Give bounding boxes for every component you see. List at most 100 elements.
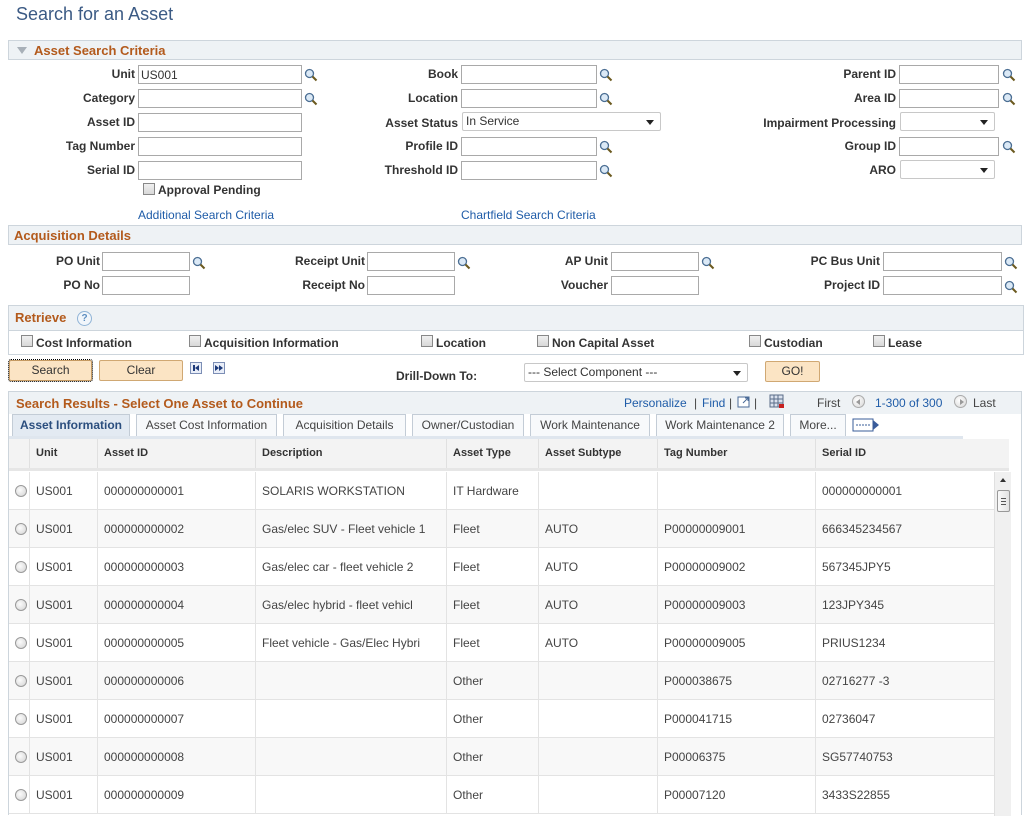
serial-id-input[interactable]	[138, 161, 302, 180]
asset-search-criteria-header[interactable]: Asset Search Criteria	[8, 40, 1022, 60]
find-link[interactable]: Find	[702, 396, 725, 410]
table-row[interactable]: US001 000000000007 Other P000041715 02736047	[9, 700, 994, 738]
lookup-search-icon[interactable]	[1002, 68, 1016, 82]
vertical-scrollbar[interactable]	[994, 472, 1011, 816]
lookup-search-icon[interactable]	[599, 164, 613, 178]
row-select-radio[interactable]	[15, 675, 27, 687]
unit-input[interactable]	[138, 65, 302, 84]
table-row[interactable]: US001 000000000002 Gas/elec SUV - Fleet ve…	[9, 510, 994, 548]
book-input[interactable]	[461, 65, 597, 84]
pc-bus-unit-input[interactable]	[883, 252, 1002, 271]
aro-select[interactable]	[900, 160, 995, 179]
help-icon[interactable]: ?	[77, 311, 92, 326]
new-window-icon[interactable]	[737, 395, 751, 408]
row-select-radio[interactable]	[15, 751, 27, 763]
tab-asset-cost-information[interactable]: Asset Cost Information	[136, 414, 277, 436]
location-input[interactable]	[461, 89, 597, 108]
lease-checkbox[interactable]	[873, 335, 885, 347]
lookup-search-icon[interactable]	[192, 256, 206, 270]
lookup-search-icon[interactable]	[701, 256, 715, 270]
tab-owner-custodian[interactable]: Owner/Custodian	[412, 414, 524, 436]
go-button[interactable]: GO!	[765, 361, 820, 382]
row-select-radio[interactable]	[15, 561, 27, 573]
table-row[interactable]: US001 000000000005 Fleet vehicle - Gas/Ele…	[9, 624, 994, 662]
lookup-search-icon[interactable]	[1002, 92, 1016, 106]
column-header-description[interactable]: Description	[255, 439, 446, 468]
search-button[interactable]: Search	[8, 359, 93, 382]
lookup-search-icon[interactable]	[599, 68, 613, 82]
column-header-tag-number[interactable]: Tag Number	[657, 439, 815, 468]
lookup-search-icon[interactable]	[599, 140, 613, 154]
po-unit-input[interactable]	[102, 252, 190, 271]
last-label[interactable]: Last	[973, 396, 996, 410]
row-select-radio[interactable]	[15, 789, 27, 801]
threshold-id-input[interactable]	[461, 161, 597, 180]
lookup-search-icon[interactable]	[304, 92, 318, 106]
profile-id-input[interactable]	[461, 137, 597, 156]
tab-acquisition-details[interactable]: Acquisition Details	[283, 414, 406, 436]
row-select-radio[interactable]	[15, 713, 27, 725]
collapse-triangle-icon[interactable]	[17, 47, 27, 54]
cost-information-checkbox[interactable]	[21, 335, 33, 347]
acquisition-information-checkbox[interactable]	[189, 335, 201, 347]
column-header-asset-type[interactable]: Asset Type	[446, 439, 538, 468]
table-row[interactable]: US001 000000000003 Gas/elec car - fleet ve…	[9, 548, 994, 586]
category-input[interactable]	[138, 89, 302, 108]
row-select-radio[interactable]	[15, 485, 27, 497]
area-id-input[interactable]	[899, 89, 999, 108]
row-select-radio[interactable]	[15, 637, 27, 649]
lookup-search-icon[interactable]	[1002, 140, 1016, 154]
scroll-up-icon[interactable]	[1000, 478, 1006, 482]
column-header-asset-id[interactable]: Asset ID	[97, 439, 255, 468]
row-select-radio[interactable]	[15, 523, 27, 535]
parent-id-input[interactable]	[899, 65, 999, 84]
tab-work-maintenance-2[interactable]: Work Maintenance 2	[656, 414, 784, 436]
column-header-serial-id[interactable]: Serial ID	[815, 439, 1009, 468]
asset-status-select[interactable]: In Service	[462, 112, 661, 131]
additional-search-criteria-link[interactable]: Additional Search Criteria	[138, 208, 274, 222]
table-row[interactable]: US001 000000000008 Other P00006375 SG5774075…	[9, 738, 994, 776]
receipt-unit-input[interactable]	[367, 252, 455, 271]
table-row[interactable]: US001 000000000009 Other P00007120 3433S2285…	[9, 776, 994, 814]
table-row[interactable]: US001 000000000006 Other P000038675 02716277…	[9, 662, 994, 700]
lookup-search-icon[interactable]	[304, 68, 318, 82]
table-row[interactable]: US001 000000000001 SOLARIS WORKSTATION IT H…	[9, 472, 994, 510]
impairment-processing-select[interactable]	[900, 112, 995, 131]
first-label[interactable]: First	[817, 396, 840, 410]
download-spreadsheet-icon[interactable]	[769, 394, 785, 409]
tab-more[interactable]: More...	[790, 414, 846, 436]
next-page-icon[interactable]	[954, 395, 967, 408]
group-id-input[interactable]	[899, 137, 999, 156]
table-row[interactable]: US001 000000000004 Gas/elec hybrid - fleet…	[9, 586, 994, 624]
row-select-radio[interactable]	[15, 599, 27, 611]
voucher-input[interactable]	[611, 276, 699, 295]
ap-unit-input[interactable]	[611, 252, 699, 271]
custodian-checkbox[interactable]	[749, 335, 761, 347]
receipt-no-input[interactable]	[367, 276, 455, 295]
lookup-search-icon[interactable]	[599, 92, 613, 106]
previous-page-icon[interactable]	[852, 395, 865, 408]
clear-button[interactable]: Clear	[99, 360, 183, 381]
location-checkbox[interactable]	[421, 335, 433, 347]
show-all-columns-icon[interactable]	[852, 418, 880, 432]
tag-number-input[interactable]	[138, 137, 302, 156]
drill-down-select[interactable]: --- Select Component ---	[524, 363, 748, 382]
po-no-input[interactable]	[102, 276, 190, 295]
approval-pending-checkbox[interactable]	[143, 183, 155, 195]
cell-asset-subtype	[538, 662, 657, 700]
first-record-icon[interactable]	[190, 362, 202, 374]
last-record-icon[interactable]	[213, 362, 225, 374]
asset-id-input[interactable]	[138, 113, 302, 132]
tab-asset-information[interactable]: Asset Information	[12, 414, 130, 436]
column-header-asset-subtype[interactable]: Asset Subtype	[538, 439, 657, 468]
personalize-link[interactable]: Personalize	[624, 396, 687, 410]
lookup-search-icon[interactable]	[457, 256, 471, 270]
scrollbar-thumb[interactable]	[997, 490, 1010, 512]
project-id-input[interactable]	[883, 276, 1002, 295]
column-header-unit[interactable]: Unit	[29, 439, 97, 468]
tab-work-maintenance[interactable]: Work Maintenance	[530, 414, 650, 436]
non-capital-asset-checkbox[interactable]	[537, 335, 549, 347]
chartfield-search-criteria-link[interactable]: Chartfield Search Criteria	[461, 208, 596, 222]
lookup-search-icon[interactable]	[1004, 280, 1018, 294]
lookup-search-icon[interactable]	[1004, 256, 1018, 270]
